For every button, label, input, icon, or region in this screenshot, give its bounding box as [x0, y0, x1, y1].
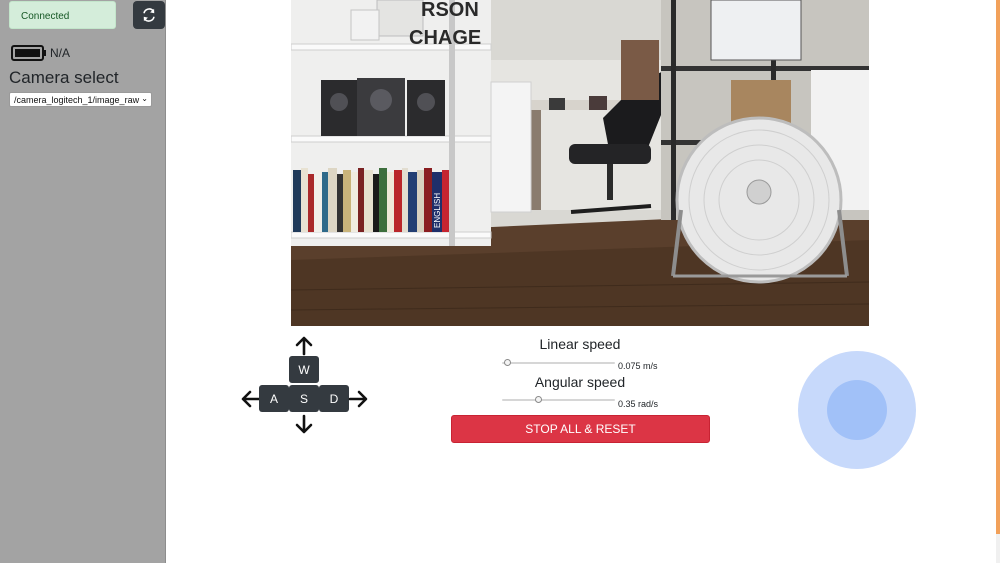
camera-image: RSON CHAGE ENGLISH [291, 0, 869, 326]
camera-feed: RSON CHAGE ENGLISH [291, 0, 869, 326]
poster-text: RSON [421, 0, 479, 21]
linear-speed-track [502, 362, 615, 364]
battery-icon [11, 45, 46, 61]
books: ENGLISH [293, 168, 449, 232]
linear-speed-title: Linear speed [539, 336, 621, 352]
angular-speed-title: Angular speed [534, 374, 626, 390]
arrow-up-icon [293, 335, 315, 357]
window-edge-strip-lower [996, 534, 1000, 563]
arrow-right-icon [347, 388, 369, 410]
refresh-icon [143, 8, 155, 22]
angular-speed-slider[interactable] [502, 395, 615, 405]
camera-select-title: Camera select [9, 68, 119, 87]
angular-speed-track [502, 399, 615, 401]
linear-speed-value: 0.075 m/s [618, 361, 658, 371]
key-a-button[interactable]: A [259, 385, 289, 412]
joystick-knob[interactable] [827, 380, 887, 440]
arrow-down-icon [293, 413, 315, 435]
poster-text-2: CHAGE [409, 27, 481, 49]
connection-status-badge: Connected [9, 1, 116, 29]
camera-select-dropdown[interactable]: /camera_logitech_1/image_raw ⌄ [9, 92, 152, 107]
book-spine-text: ENGLISH [433, 193, 442, 228]
key-s-button[interactable]: S [289, 385, 319, 412]
stop-all-reset-button[interactable]: STOP ALL & RESET [451, 415, 710, 443]
key-d-button[interactable]: D [319, 385, 349, 412]
angular-speed-thumb[interactable] [534, 396, 542, 403]
battery-status: N/A [11, 44, 70, 62]
angular-speed-value: 0.35 rad/s [618, 399, 659, 409]
key-w-button[interactable]: W [289, 356, 319, 383]
chevron-down-icon: ⌄ [141, 94, 148, 103]
battery-label: N/A [50, 46, 71, 60]
window-edge-strip [996, 0, 1000, 534]
camera-select-value: /camera_logitech_1/image_raw [14, 95, 140, 105]
linear-speed-thumb[interactable] [504, 359, 512, 366]
sidebar: Connected N/A Camera select /camera_logi… [0, 0, 166, 563]
linear-speed-slider[interactable] [502, 358, 615, 368]
refresh-button[interactable] [133, 1, 165, 29]
